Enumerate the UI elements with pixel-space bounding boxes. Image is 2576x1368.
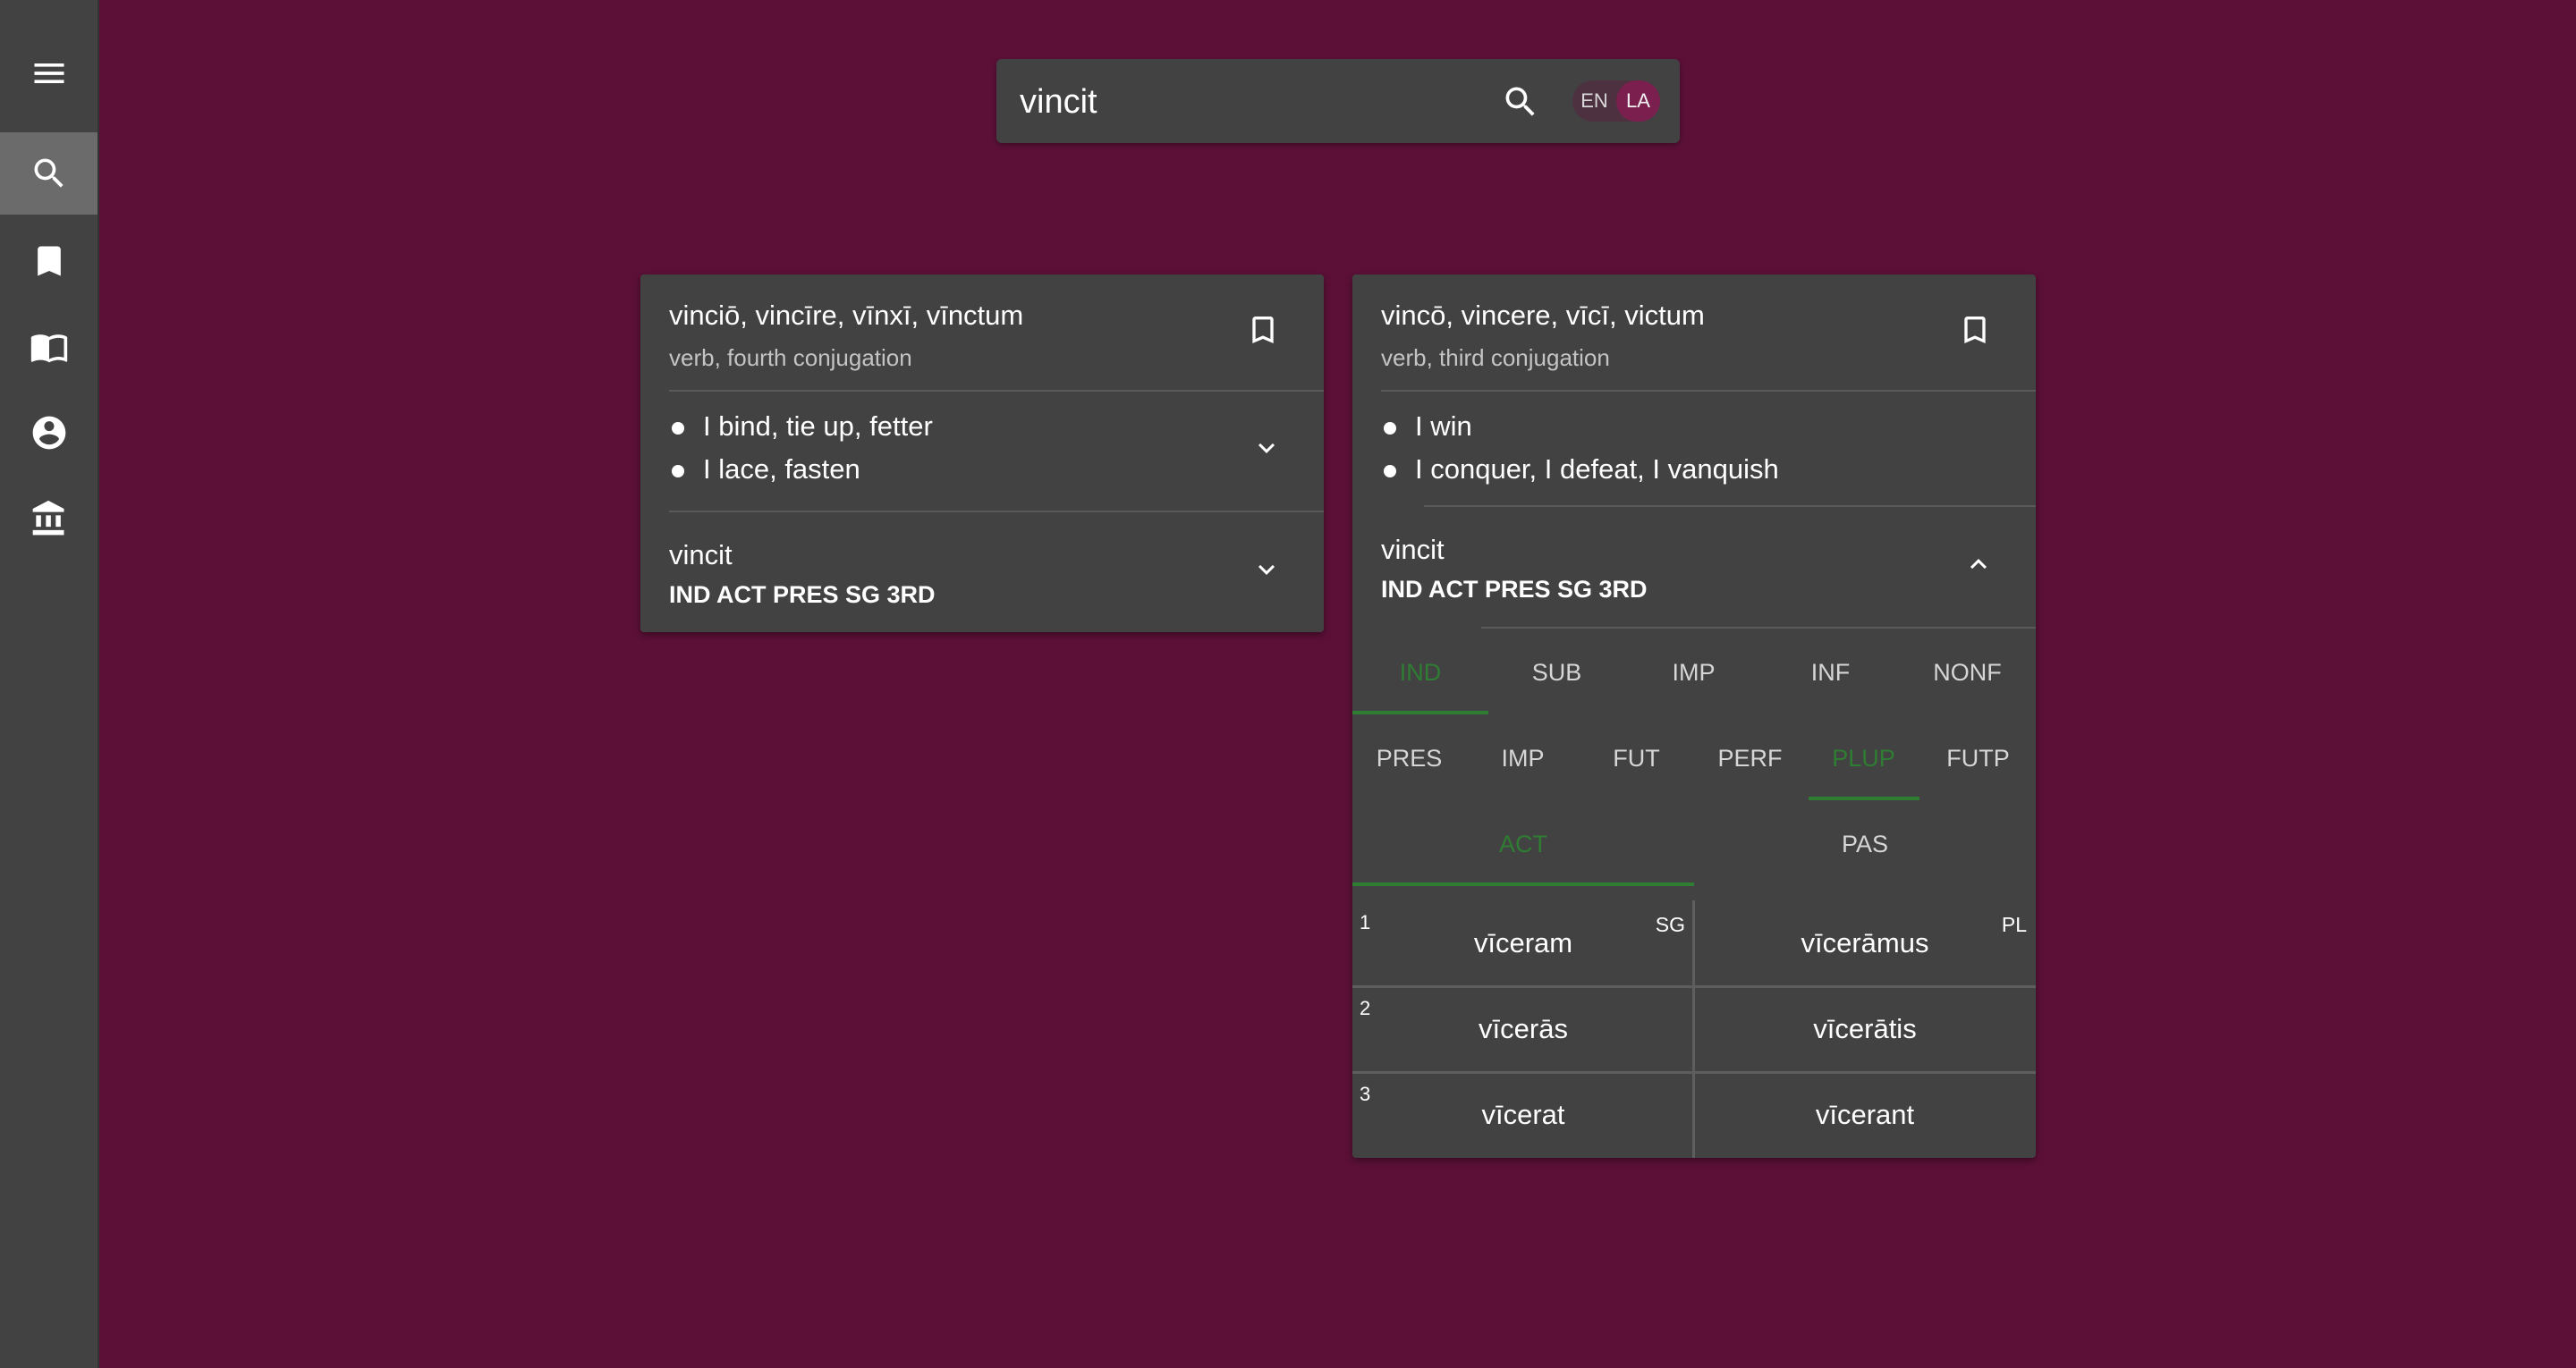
tab-voice-act[interactable]: ACT [1352,831,1694,858]
tab-tense-fut[interactable]: FUT [1580,745,1693,773]
language-toggle[interactable]: EN LA [1572,80,1660,122]
tab-mood-ind[interactable]: IND [1352,659,1488,687]
divider [1424,505,2036,507]
expand-form-button[interactable] [1247,550,1286,589]
bullet [672,465,684,477]
bullet [1384,422,1396,435]
bookmark-outline-icon [1252,317,1274,343]
divider [1381,390,2036,392]
sidebar-item-search[interactable] [0,132,97,215]
form-tags: IND ACT PRES SG 3RD [669,581,936,608]
conjugated-form: vīceram [1473,927,1573,958]
entry-subtitle: verb, fourth conjugation [669,344,912,371]
bookmark-button[interactable] [1240,307,1286,353]
lang-option-la[interactable]: LA [1616,80,1660,122]
bookmark-outline-icon [1964,317,1986,343]
conjugated-form: vīcerant [1815,1099,1915,1130]
expand-definitions-button[interactable] [1247,428,1286,468]
definition-item: I win [1415,410,1472,442]
divider [1481,627,2036,629]
entry-card: vinciō, vincīre, vīnxī, vīnctum verb, fo… [640,274,1324,632]
lang-option-en[interactable]: EN [1572,80,1616,122]
menu-icon [34,63,64,83]
tab-mood-nonf[interactable]: NONF [1899,659,2036,687]
table-cell: vīcerātis [1694,986,2036,1070]
conjugated-form: vīcerātis [1813,1013,1917,1044]
definition-item: I conquer, I defeat, I vanquish [1415,453,1779,485]
tab-indicator [1809,797,1919,800]
tab-mood-sub[interactable]: SUB [1488,659,1625,687]
search-icon [34,158,64,188]
tab-indicator [1352,711,1488,714]
form-word: vincit [669,539,733,570]
menu-button[interactable] [0,32,97,114]
definition-item: I lace, fasten [703,453,860,485]
entry-subtitle: verb, third conjugation [1381,344,1610,371]
sidebar-item-bookmarks[interactable] [0,220,97,302]
tab-indicator [1352,882,1694,886]
table-cell: 3 vīcerat [1352,1072,1694,1156]
table-divider [1692,900,1695,1158]
tab-mood-imp[interactable]: IMP [1625,659,1762,687]
conjugated-form: vīcerat [1481,1099,1565,1130]
sidebar-item-account[interactable] [0,392,97,474]
sidebar-item-institution[interactable] [0,477,97,560]
search-icon [1505,87,1535,116]
chevron-down-icon [1258,564,1275,575]
table-cell: vīcerant [1694,1072,2036,1156]
sidebar [0,0,99,1368]
chevron-up-icon [1970,559,1987,570]
tab-tense-plup[interactable]: PLUP [1807,745,1920,773]
form-tags: IND ACT PRES SG 3RD [1381,576,1648,603]
table-cell: 1 SG vīceram [1352,900,1694,984]
tab-tense-futp[interactable]: FUTP [1920,745,2036,773]
table-divider [1352,985,2036,988]
book-icon [30,334,67,363]
bookmark-button[interactable] [1952,307,1998,353]
divider [669,511,1324,512]
bullet [672,422,684,435]
collapse-form-button[interactable] [1959,545,1998,584]
table-cell: 2 vīcerās [1352,986,1694,1070]
entry-title: vinciō, vincīre, vīnxī, vīnctum [669,300,1024,331]
table-divider [1352,1071,2036,1074]
conjugated-form: vīcerāmus [1801,927,1929,958]
bookmark-icon [37,246,61,276]
bullet [1384,465,1396,477]
tab-mood-inf[interactable]: INF [1762,659,1899,687]
tab-tense-pres[interactable]: PRES [1352,745,1466,773]
definition-item: I bind, tie up, fetter [703,410,933,442]
form-word: vincit [1381,534,1445,565]
tab-tense-perf[interactable]: PERF [1693,745,1807,773]
institution-icon [32,500,64,536]
search-input[interactable] [1018,59,1558,145]
sidebar-item-library[interactable] [0,306,97,388]
tab-voice-pas[interactable]: PAS [1694,831,2036,858]
entry-title: vincō, vincere, vīcī, victum [1381,300,1705,331]
chevron-down-icon [1258,443,1275,453]
conjugated-form: vīcerās [1479,1013,1568,1044]
entry-card: vincō, vincere, vīcī, victum verb, third… [1352,274,2036,1158]
divider [669,390,1324,392]
table-cell: PL vīcerāmus [1694,900,2036,984]
search-button[interactable] [1497,79,1544,125]
tab-tense-imp[interactable]: IMP [1466,745,1580,773]
account-icon [32,416,65,450]
